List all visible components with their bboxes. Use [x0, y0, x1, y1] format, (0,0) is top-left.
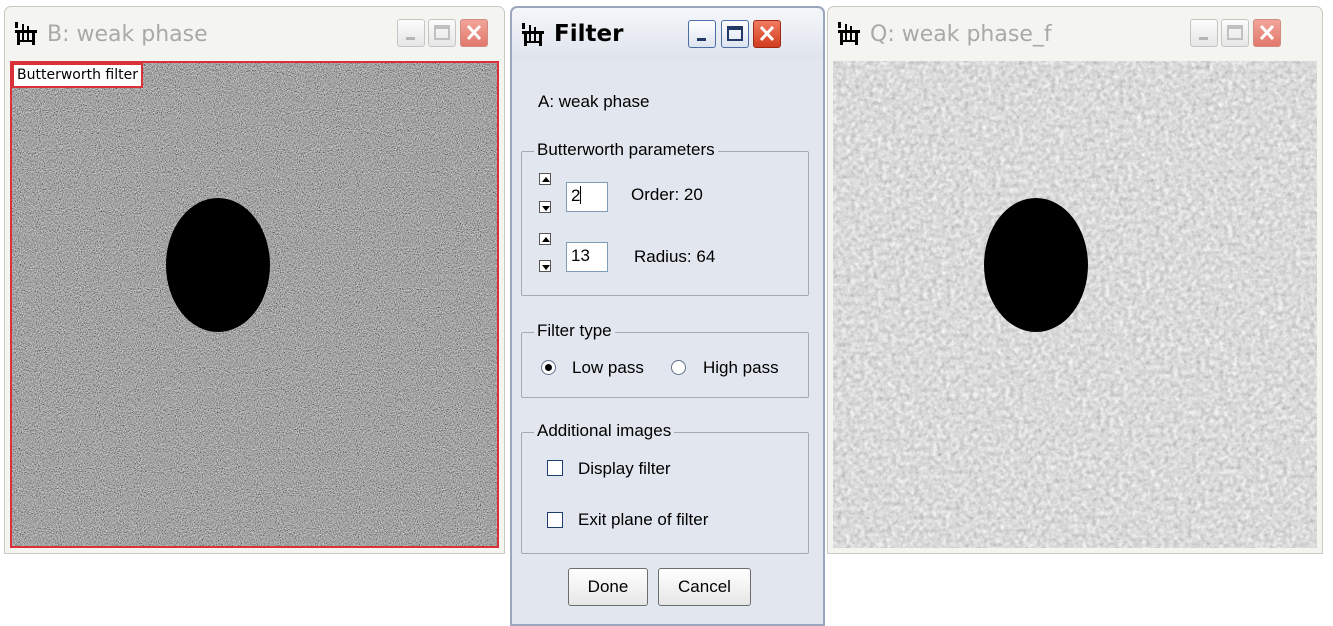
exit-plane-checkbox[interactable] — [547, 512, 563, 528]
group-legend: Butterworth parameters — [534, 140, 718, 160]
arrow-down-icon — [542, 206, 550, 211]
app-icon — [838, 22, 860, 45]
close-icon — [759, 25, 775, 42]
title-bar[interactable]: Q: weak phase_f — [828, 7, 1322, 59]
low-pass-label[interactable]: Low pass — [572, 358, 644, 378]
radius-label: Radius: 64 — [634, 247, 716, 266]
arrow-down-icon — [542, 265, 550, 270]
maximize-icon — [1227, 25, 1243, 40]
additional-images-group: Additional images Display filter Exit pl… — [521, 421, 809, 554]
minimize-icon — [1199, 37, 1208, 40]
display-filter-label[interactable]: Display filter — [578, 459, 671, 479]
close-button[interactable] — [460, 19, 488, 47]
order-label: Order: 20 — [631, 185, 703, 204]
low-pass-radio[interactable] — [541, 360, 556, 375]
window-b-weak-phase[interactable]: B: weak phase Butterworth filter — [4, 6, 505, 554]
arrow-up-icon — [542, 237, 550, 242]
filter-type-group: Filter type Low pass High pass — [521, 321, 809, 398]
close-button[interactable] — [753, 20, 781, 48]
image-canvas-filtered[interactable] — [833, 61, 1317, 548]
group-legend: Additional images — [534, 421, 675, 441]
window-title: B: weak phase — [47, 22, 208, 47]
close-icon — [466, 24, 482, 41]
high-pass-radio[interactable] — [671, 360, 686, 375]
radius-spin-down[interactable] — [539, 260, 551, 272]
noisy-image — [10, 61, 499, 548]
source-image-label: A: weak phase — [538, 92, 650, 111]
title-bar[interactable]: B: weak phase — [5, 7, 504, 59]
arrow-up-icon — [542, 177, 550, 182]
radius-input-value: 13 — [571, 246, 590, 265]
display-filter-checkbox[interactable] — [547, 460, 563, 476]
radius-input[interactable]: 13 — [566, 242, 608, 272]
order-input[interactable]: 2 — [566, 182, 608, 212]
minimize-button[interactable] — [397, 19, 425, 47]
filtered-image — [833, 61, 1317, 548]
order-spin-up[interactable] — [539, 173, 551, 185]
overlay-label: Butterworth filter — [12, 63, 143, 88]
filter-dialog[interactable]: Filter A: weak phase Butterworth paramet… — [510, 6, 825, 626]
order-input-value: 2 — [571, 186, 581, 205]
radius-spin-up[interactable] — [539, 233, 551, 245]
maximize-button[interactable] — [1221, 19, 1249, 47]
order-spin-down[interactable] — [539, 201, 551, 213]
high-pass-label[interactable]: High pass — [703, 358, 779, 378]
minimize-icon — [406, 37, 415, 40]
image-canvas-noisy[interactable]: Butterworth filter — [10, 61, 499, 548]
dialog-title: Filter — [554, 21, 624, 47]
close-button[interactable] — [1253, 19, 1281, 47]
cancel-button[interactable]: Cancel — [658, 568, 751, 606]
app-icon — [522, 23, 544, 46]
exit-plane-label[interactable]: Exit plane of filter — [578, 510, 708, 530]
group-legend: Filter type — [534, 321, 615, 341]
close-icon — [1259, 24, 1275, 41]
butterworth-parameters-group: Butterworth parameters 2 Order: 20 13 Ra… — [521, 140, 809, 296]
maximize-icon — [727, 26, 743, 41]
minimize-button[interactable] — [1190, 19, 1218, 47]
minimize-icon — [697, 38, 706, 41]
app-icon — [15, 22, 37, 45]
title-bar[interactable]: Filter — [512, 8, 823, 60]
text-cursor — [580, 186, 582, 204]
maximize-button[interactable] — [721, 20, 749, 48]
window-title: Q: weak phase_f — [870, 22, 1052, 47]
maximize-button[interactable] — [428, 19, 456, 47]
minimize-button[interactable] — [688, 20, 716, 48]
maximize-icon — [434, 25, 450, 40]
radio-selected-dot — [545, 364, 552, 371]
done-button[interactable]: Done — [568, 568, 648, 606]
window-q-weak-phase-f[interactable]: Q: weak phase_f — [827, 6, 1323, 554]
